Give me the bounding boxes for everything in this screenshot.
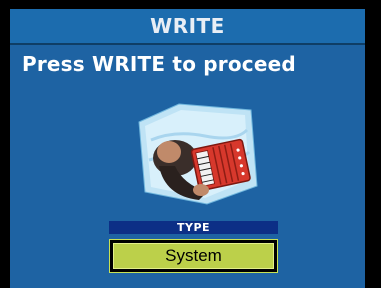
accordion-player-icon [138,103,258,205]
type-value[interactable]: System [113,243,274,269]
display-screen: WRITE Press WRITE to proceed TYPE System [0,0,381,288]
type-label: TYPE [109,221,278,234]
type-selector[interactable]: System [109,239,278,273]
main-panel: Press WRITE to proceed TYPE System [10,45,365,288]
instruction-text: Press WRITE to proceed [22,52,296,76]
page-title: WRITE [150,14,225,38]
title-bar: WRITE [10,9,365,45]
